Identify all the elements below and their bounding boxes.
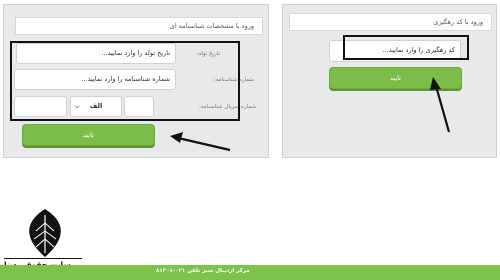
arrow-to-submit-button-icon — [170, 132, 231, 152]
leaf-logo-icon — [29, 209, 61, 257]
footer-bar — [0, 265, 500, 280]
logo-underline — [4, 258, 82, 259]
arrow-to-tracking-button-icon — [430, 77, 451, 133]
footer-text: مرکز اردیبال سبز تلفن ۰۲۱-۸۱۳۰۱ — [156, 268, 250, 274]
